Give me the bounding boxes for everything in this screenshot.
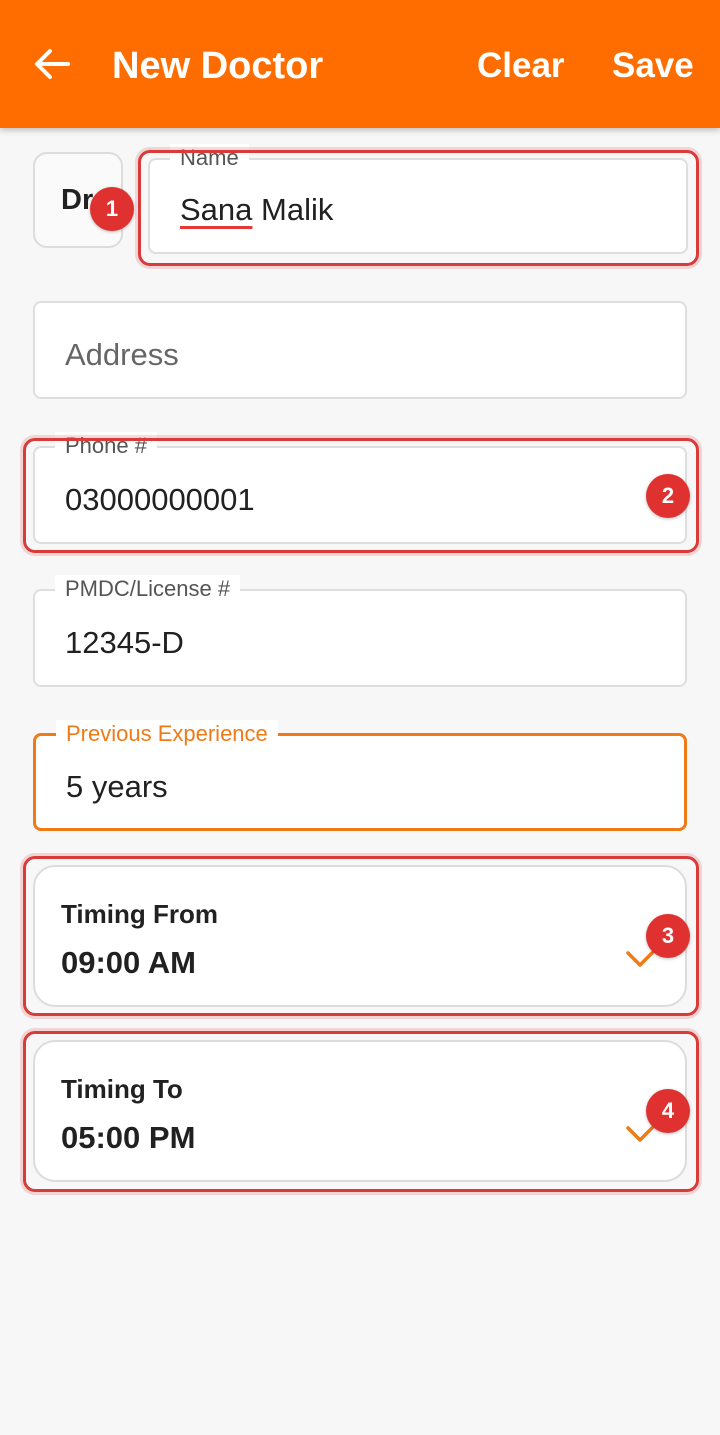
clear-button[interactable]: Clear [477,44,565,88]
license-label: PMDC/License # [55,575,241,603]
timing-to-label: Timing To [61,1074,183,1104]
timing-to-value: 05:00 PM [61,1120,196,1155]
timing-from-label: Timing From [61,899,218,929]
phone-label: Phone # [55,432,157,460]
chevron-down-icon [626,1126,654,1142]
marker-1: 1 [90,187,134,231]
arrow-left-icon [35,49,70,79]
address-field[interactable]: Address [33,301,687,399]
name-field[interactable]: Name Sana Malik [148,144,688,254]
name-label: Name [170,144,249,172]
experience-field[interactable]: Previous Experience 5 years [33,720,687,831]
chevron-down-icon [626,951,654,967]
timing-from-selector[interactable]: Timing From 09:00 AM [33,865,687,1007]
name-value: Sana Malik [180,192,333,228]
save-button[interactable]: Save [612,44,694,88]
app-bar: New Doctor Clear Save [0,0,720,128]
name-value-rest: Malik [252,192,334,227]
marker-4: 4 [646,1089,690,1133]
experience-label: Previous Experience [56,720,278,748]
license-value: 12345-D [65,625,184,660]
timing-to-selector[interactable]: Timing To 05:00 PM [33,1040,687,1182]
name-misspelled-word: Sana [180,192,253,227]
marker-2: 2 [646,474,690,518]
page-title: New Doctor [112,45,324,87]
address-placeholder: Address [65,337,179,372]
timing-from-value: 09:00 AM [61,945,196,980]
back-button[interactable] [28,40,76,88]
phone-value: 03000000001 [65,482,255,517]
marker-3: 3 [646,914,690,958]
experience-value: 5 years [66,769,168,804]
license-field[interactable]: PMDC/License # 12345-D [33,575,687,687]
phone-field[interactable]: Phone # 03000000001 [33,432,687,544]
